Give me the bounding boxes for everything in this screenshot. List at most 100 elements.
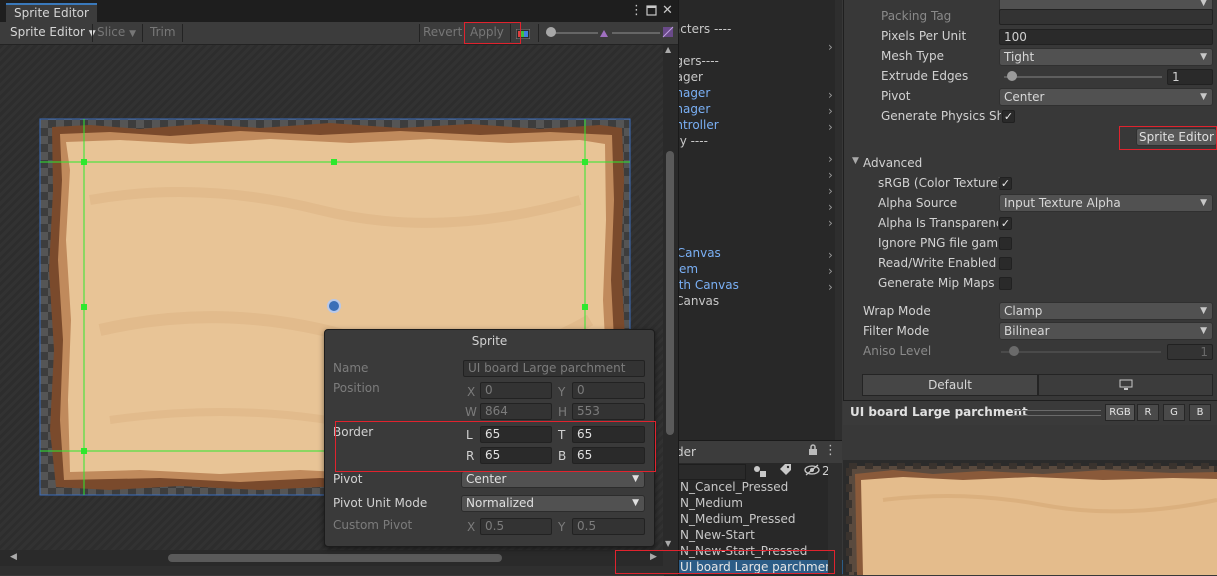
channel-r-button[interactable]: R (1137, 404, 1159, 421)
scroll-left-icon[interactable]: ◀ (10, 552, 17, 562)
scroll-up-icon[interactable]: ▲ (665, 45, 671, 54)
trim-button[interactable]: Trim (150, 22, 176, 44)
channel-b-button[interactable]: B (1189, 404, 1211, 421)
size-w-field[interactable]: 864 (480, 403, 552, 420)
expand-arrow-icon[interactable]: › (828, 152, 833, 166)
custom-pivot-y-field[interactable]: 0.5 (572, 518, 645, 535)
extrude-slider-track[interactable] (1004, 76, 1162, 78)
expand-arrow-icon[interactable]: › (828, 184, 833, 198)
mesh-type-dropdown[interactable]: Tight ▼ (999, 48, 1213, 66)
project-asset-row[interactable]: N_Cancel_Pressed (680, 480, 788, 494)
expand-arrow-icon[interactable]: › (828, 88, 833, 102)
project-asset-row[interactable]: N_Medium (680, 496, 743, 510)
canvas-vertical-scrollbar[interactable]: ▲ ▼ (663, 45, 678, 550)
extrude-slider-knob[interactable] (1007, 71, 1017, 81)
expand-arrow-icon[interactable]: › (828, 168, 833, 182)
ppu-field[interactable]: 100 (999, 29, 1213, 45)
project-asset-row[interactable]: N_New-Start (680, 528, 755, 542)
vertical-scroll-thumb[interactable] (666, 151, 674, 435)
preview-parchment-image (846, 463, 1217, 575)
expand-arrow-icon[interactable]: › (828, 280, 833, 294)
extrude-field[interactable]: 1 (1167, 69, 1213, 85)
preview-drag-handle[interactable] (1013, 410, 1101, 416)
pivot-unit-mode-dropdown[interactable]: Normalized ▼ (461, 495, 645, 512)
channel-rgb-button[interactable]: RGB (1105, 404, 1135, 421)
toolbar-separator (419, 24, 420, 42)
canvas-horizontal-scrollbar[interactable]: ◀ ▶ (0, 550, 663, 566)
size-h-field[interactable]: 553 (572, 403, 645, 420)
read-write-checkbox[interactable] (999, 257, 1012, 270)
alpha-source-dropdown[interactable]: Input Texture Alpha ▼ (999, 194, 1213, 212)
slice-dropdown[interactable]: Slice ▼ (97, 22, 136, 44)
alpha-transparency-label: Alpha Is Transparenc (878, 216, 998, 230)
border-l-field[interactable]: 65 (480, 426, 552, 443)
pivot-dropdown[interactable]: Center ▼ (999, 88, 1213, 106)
mip-slider-track[interactable] (612, 32, 660, 34)
sprite-editor-tab[interactable]: Sprite Editor (6, 3, 97, 24)
expand-arrow-icon[interactable]: › (828, 200, 833, 214)
maximize-icon[interactable] (646, 5, 657, 19)
editor-mode-dropdown[interactable]: Sprite Editor ▼ (10, 22, 96, 44)
wrap-mode-dropdown[interactable]: Clamp ▼ (999, 302, 1213, 320)
apply-button[interactable]: Apply (470, 22, 504, 44)
more-menu-icon[interactable]: ⋮ (824, 443, 837, 458)
expand-arrow-icon[interactable]: › (828, 248, 833, 262)
platform-tab-default[interactable]: Default (862, 374, 1038, 396)
more-menu-icon[interactable]: ⋮ (630, 3, 643, 18)
preview-title: UI board Large parchment (850, 405, 1028, 419)
alpha-transparency-checkbox[interactable]: ✓ (999, 217, 1012, 230)
filter-by-label-icon[interactable] (778, 463, 792, 480)
sprite-editor-button[interactable]: Sprite Editor (1136, 128, 1217, 146)
expand-arrow-icon[interactable]: › (828, 216, 833, 230)
expand-arrow-icon[interactable]: › (828, 264, 833, 278)
lock-icon[interactable] (808, 444, 818, 459)
color-channel-toggle-icon[interactable] (515, 28, 531, 42)
packing-tag-field[interactable] (999, 9, 1213, 25)
scroll-right-icon[interactable]: ▶ (650, 552, 657, 562)
project-asset-row[interactable]: UI board Large parchment (664, 560, 844, 574)
border-b-field[interactable]: 65 (572, 447, 645, 464)
name-field[interactable]: UI board Large parchment (463, 360, 645, 377)
generate-physics-checkbox[interactable]: ✓ (1002, 110, 1015, 123)
close-icon[interactable]: ✕ (662, 3, 673, 18)
zoom-slider-knob[interactable] (546, 27, 556, 37)
extrude-edges-label: Extrude Edges (881, 69, 969, 83)
aniso-slider-track[interactable] (1001, 351, 1161, 353)
border-l-label: L (466, 428, 473, 442)
expand-arrow-icon[interactable]: › (828, 104, 833, 118)
aniso-field[interactable]: 1 (1167, 344, 1213, 360)
ignore-png-gamma-checkbox[interactable] (999, 237, 1012, 250)
expand-arrow-icon[interactable]: › (828, 120, 833, 134)
project-scrollbar[interactable] (828, 463, 842, 576)
platform-tab-standalone[interactable] (1038, 374, 1213, 396)
aniso-slider-knob[interactable] (1009, 346, 1019, 356)
expand-arrow-icon[interactable]: › (828, 40, 833, 54)
custom-pivot-x-field[interactable]: 0.5 (480, 518, 552, 535)
project-asset-row[interactable]: N_Medium_Pressed (680, 512, 796, 526)
toolbar-separator (182, 24, 183, 42)
hidden-packages-icon[interactable] (804, 464, 820, 479)
revert-button[interactable]: Revert (423, 22, 462, 44)
position-x-field[interactable]: 0 (480, 382, 552, 399)
packing-tag-label: Packing Tag (881, 9, 952, 23)
mesh-type-label: Mesh Type (881, 49, 944, 63)
border-t-field[interactable]: 65 (572, 426, 645, 443)
hierarchy-scrollbar[interactable] (835, 0, 842, 440)
channel-g-button[interactable]: G (1163, 404, 1185, 421)
name-label: Name (333, 361, 369, 375)
custom-pivot-x-label: X (467, 520, 476, 534)
srgb-checkbox[interactable]: ✓ (999, 177, 1012, 190)
position-y-field[interactable]: 0 (572, 382, 645, 399)
alpha-source-value: Input Texture Alpha (1004, 196, 1121, 210)
horizontal-scroll-thumb[interactable] (168, 554, 502, 562)
filter-mode-dropdown[interactable]: Bilinear ▼ (999, 322, 1213, 340)
mip-maps-checkbox[interactable] (999, 277, 1012, 290)
border-b-label: B (558, 449, 567, 463)
pivot-dropdown[interactable]: Center ▼ (461, 471, 645, 488)
foldout-arrow-icon[interactable]: ▼ (852, 156, 859, 166)
pivot-value: Center (1004, 90, 1045, 104)
border-r-field[interactable]: 65 (480, 447, 552, 464)
advanced-foldout-label[interactable]: Advanced (863, 156, 922, 170)
scroll-down-icon[interactable]: ▼ (665, 539, 671, 548)
project-asset-row[interactable]: N_New-Start_Pressed (680, 544, 807, 558)
